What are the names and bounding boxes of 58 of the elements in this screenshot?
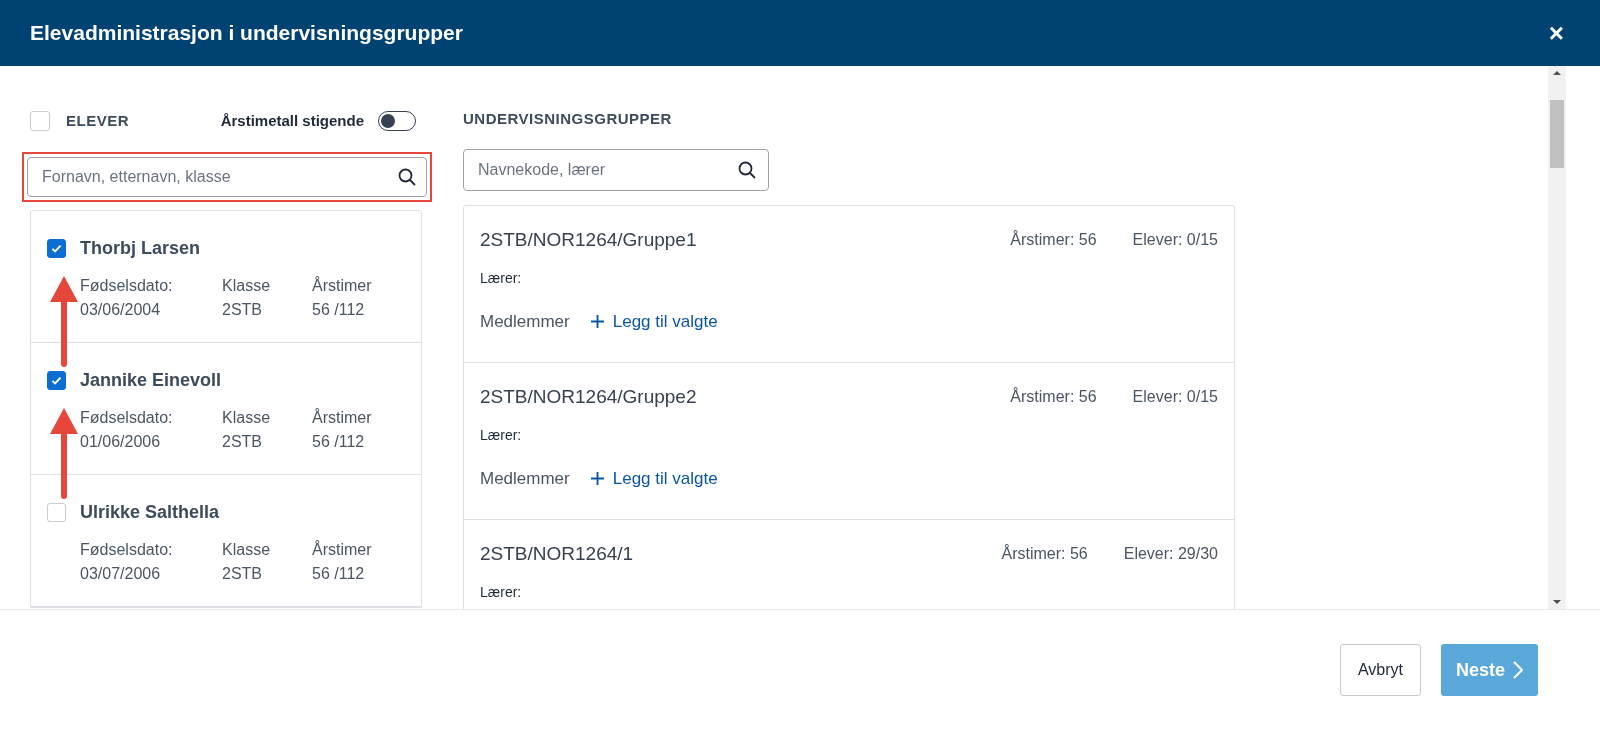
group-name: 2STB/NOR1264/Gruppe2 (480, 384, 697, 409)
search-field[interactable]: Fornavn, etternavn, klasse (27, 157, 427, 197)
student-name[interactable]: Ulrikke Salthella (80, 499, 220, 526)
group-name: 2STB/NOR1264/Gruppe1 (480, 227, 697, 252)
search-icon[interactable] (397, 167, 417, 187)
scrollbar-thumb[interactable] (1550, 100, 1564, 168)
section-title: UNDERVISNINGSGRUPPER (463, 109, 673, 129)
check-icon (50, 242, 63, 255)
student-count: Elever: 0/15 (1132, 229, 1218, 250)
student-name[interactable]: Thorbj Larsen (80, 235, 200, 262)
scrollbar[interactable] (1548, 66, 1566, 609)
members-label: Medlemmer (480, 468, 570, 490)
toggle-label: Årstimetall stigende (220, 110, 364, 131)
group-name: 2STB/NOR1264/1 (480, 541, 634, 566)
hours-text: Årstimer: 56 (1001, 543, 1088, 564)
plus-icon (589, 471, 605, 487)
birth-date-label: Fødselsdato: (80, 408, 174, 428)
hours-value: 56 /112 (312, 564, 366, 584)
checkbox[interactable] (47, 371, 66, 390)
next-button: Neste (1440, 644, 1538, 696)
checkbox[interactable] (47, 239, 66, 258)
student-name[interactable]: Jannike Einevoll (80, 367, 222, 394)
student-count: Elever: 29/30 (1123, 543, 1218, 564)
birth-date: 03/07/2006 (80, 564, 162, 584)
hours-label: Årstimer (312, 275, 373, 296)
plus-icon (589, 314, 605, 330)
toggle-switch[interactable] (378, 111, 416, 131)
class-value: 2STB (222, 564, 263, 584)
hours-label: Årstimer (312, 407, 373, 428)
class-label: Klasse (222, 276, 272, 296)
birth-date: 01/06/2006 (80, 432, 162, 452)
section-label: ELEVER (66, 110, 129, 131)
class-value: 2STB (222, 300, 263, 320)
add-selected-link[interactable]: Legg til valgte (589, 309, 718, 335)
class-label: Klasse (222, 540, 272, 560)
check-icon (50, 374, 63, 387)
window-title: Elevadministrasjon i undervisningsgrupper (30, 20, 463, 47)
close-button[interactable]: × (1548, 20, 1564, 46)
birth-date: 03/06/2004 (80, 300, 162, 320)
student-count: Elever: 0/15 (1132, 386, 1218, 407)
teacher-label: Lærer: (480, 583, 523, 602)
hours-value: 56 /112 (312, 432, 366, 452)
hours-text: Årstimer: 56 (1010, 386, 1097, 407)
chevron-right-icon (1513, 661, 1523, 679)
search-field[interactable]: Navnekode, lærer (463, 148, 769, 191)
teacher-label: Lærer: (480, 426, 523, 445)
class-value: 2STB (222, 432, 263, 452)
cancel-button[interactable]: Avbryt (1339, 644, 1421, 696)
add-selected-link[interactable]: Legg til valgte (589, 466, 718, 492)
hours-value: 56 /112 (312, 300, 366, 320)
birth-date-label: Fødselsdato: (80, 276, 174, 296)
hours-label: Årstimer (312, 539, 373, 560)
hours-text: Årstimer: 56 (1010, 229, 1097, 250)
teacher-label: Lærer: (480, 269, 523, 288)
members-label: Medlemmer (480, 311, 570, 333)
birth-date-label: Fødselsdato: (80, 540, 174, 560)
class-label: Klasse (222, 408, 272, 428)
search-icon[interactable] (737, 159, 757, 180)
